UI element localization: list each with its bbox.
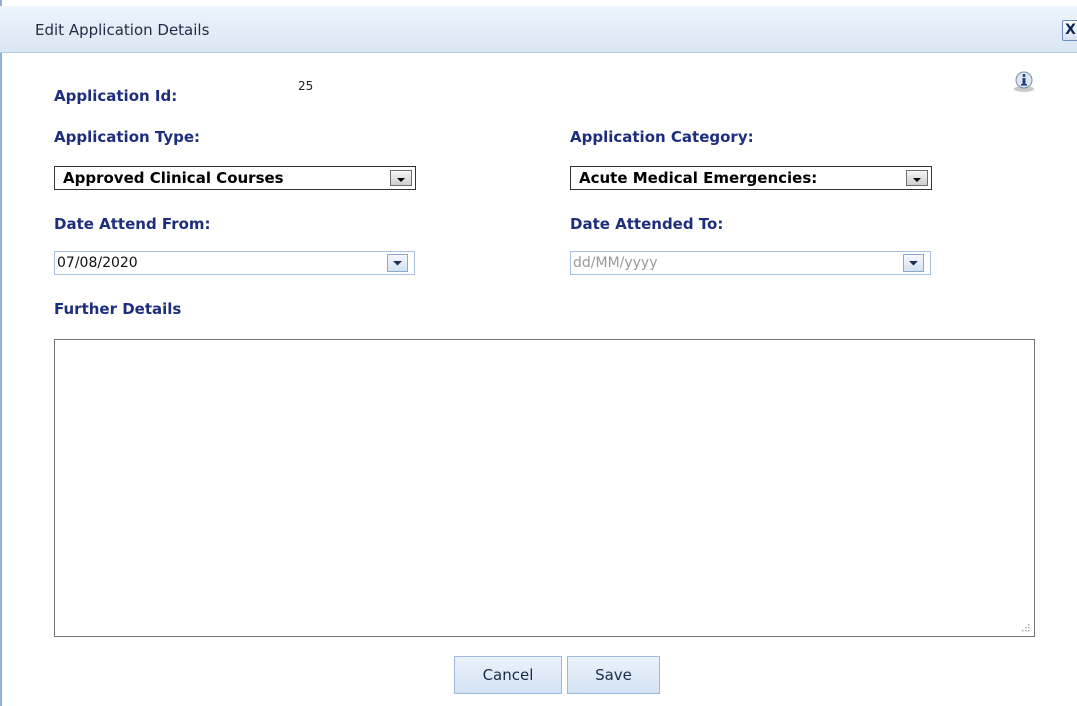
chevron-down-icon bbox=[909, 261, 918, 266]
dialog-title: Edit Application Details bbox=[35, 21, 210, 39]
date-from-label: Date Attend From: bbox=[54, 215, 211, 233]
application-type-label: Application Type: bbox=[54, 128, 201, 146]
date-to-field[interactable]: dd/MM/yyyy bbox=[570, 251, 931, 275]
date-from-picker-button[interactable] bbox=[387, 254, 408, 272]
further-details-textarea[interactable] bbox=[54, 339, 1035, 637]
application-id-label: Application Id: bbox=[54, 87, 178, 105]
date-from-value: 07/08/2020 bbox=[57, 255, 138, 271]
chevron-down-icon bbox=[393, 261, 402, 266]
date-to-label: Date Attended To: bbox=[570, 215, 724, 233]
date-from-field[interactable]: 07/08/2020 bbox=[54, 251, 415, 275]
cancel-button[interactable]: Cancel bbox=[454, 656, 562, 694]
close-icon: X bbox=[1065, 22, 1076, 38]
info-icon[interactable] bbox=[1011, 69, 1037, 95]
application-type-selected-value: Approved Clinical Courses bbox=[63, 169, 284, 187]
application-category-dropdown-button[interactable] bbox=[906, 170, 928, 186]
close-button[interactable]: X bbox=[1062, 20, 1077, 41]
resize-grip-icon[interactable] bbox=[1021, 623, 1030, 632]
date-to-placeholder: dd/MM/yyyy bbox=[573, 255, 658, 271]
dialog-left-border bbox=[0, 0, 2, 706]
application-id-value: 25 bbox=[298, 79, 314, 93]
save-button[interactable]: Save bbox=[567, 656, 660, 694]
application-type-dropdown-button[interactable] bbox=[390, 170, 412, 186]
further-details-label: Further Details bbox=[54, 300, 182, 318]
chevron-down-icon bbox=[397, 178, 405, 182]
dialog-titlebar: Edit Application Details X bbox=[0, 6, 1077, 53]
application-category-label: Application Category: bbox=[570, 128, 754, 146]
application-category-select[interactable]: Acute Medical Emergencies: bbox=[570, 166, 932, 190]
date-to-picker-button[interactable] bbox=[903, 254, 924, 272]
edit-application-dialog: Edit Application Details X Application I… bbox=[0, 0, 1077, 706]
chevron-down-icon bbox=[913, 178, 921, 182]
application-category-selected-value: Acute Medical Emergencies: bbox=[579, 169, 818, 187]
application-type-select[interactable]: Approved Clinical Courses bbox=[54, 166, 416, 190]
